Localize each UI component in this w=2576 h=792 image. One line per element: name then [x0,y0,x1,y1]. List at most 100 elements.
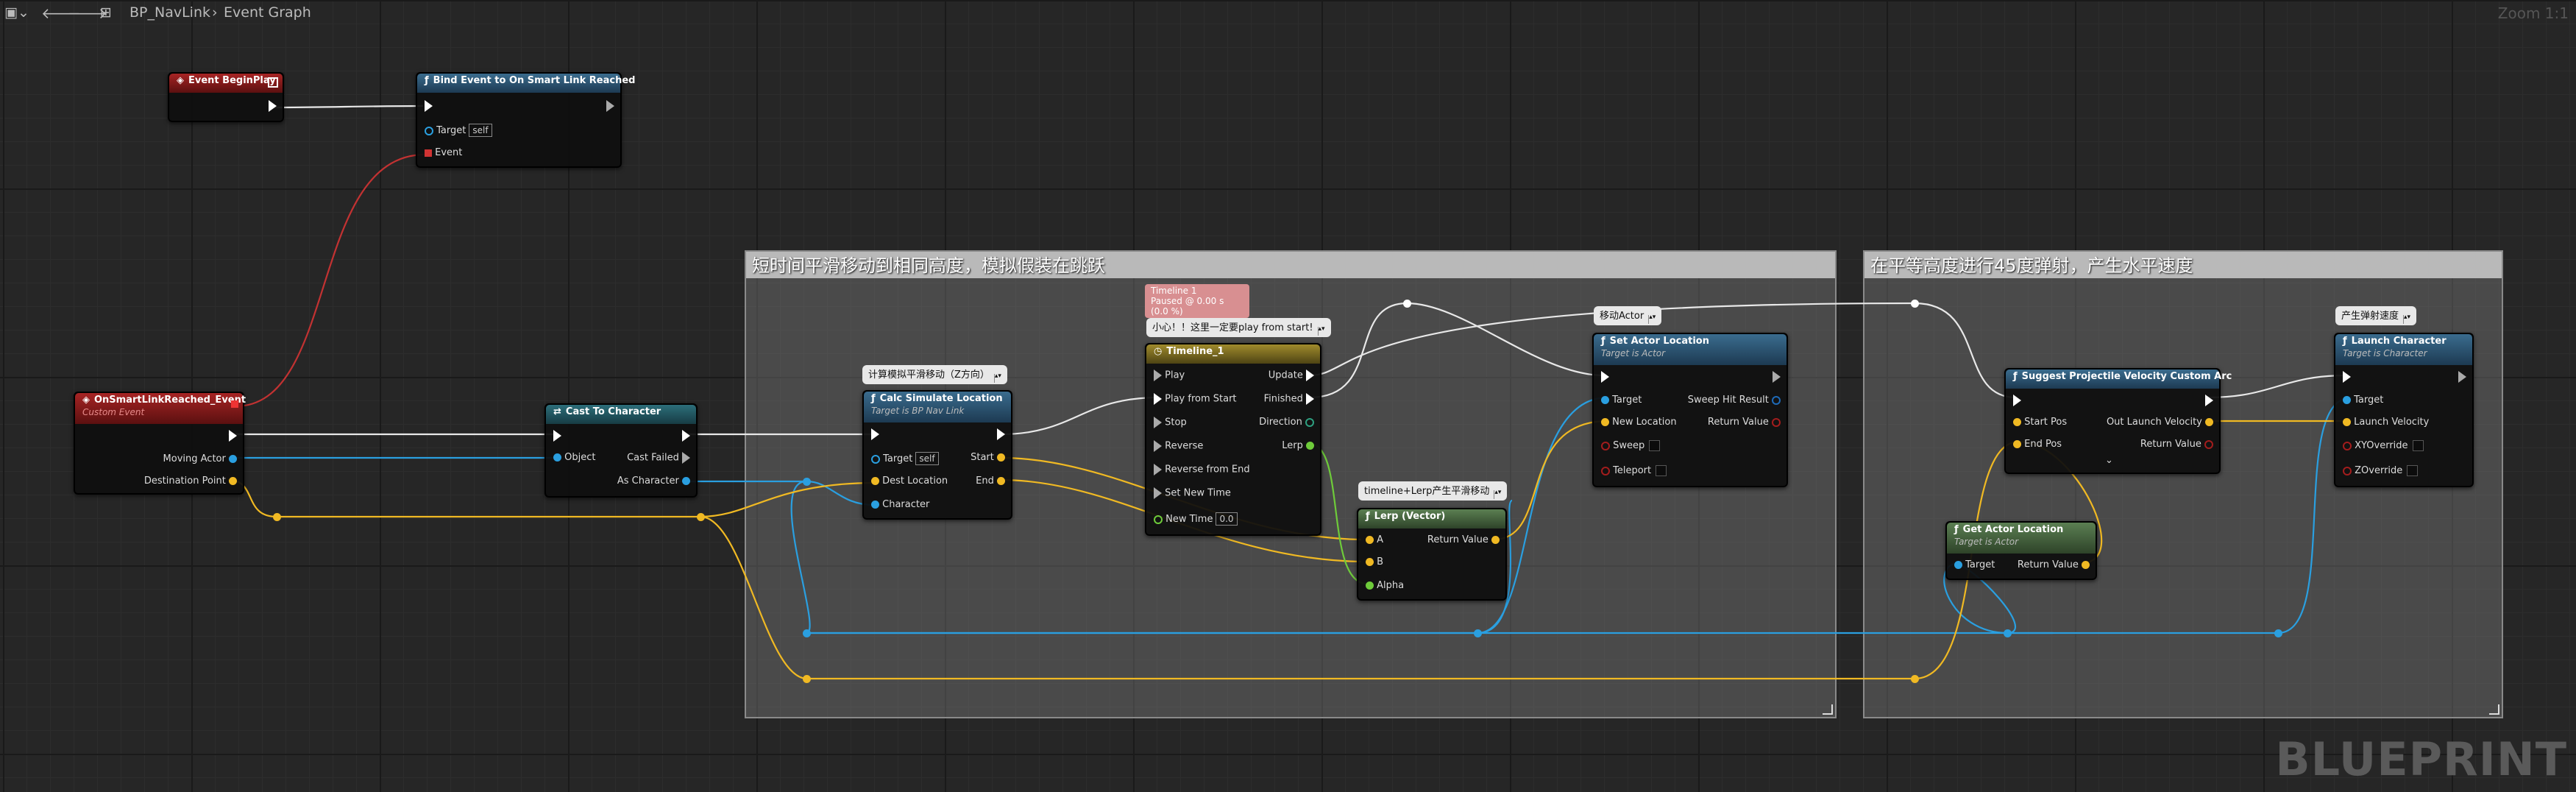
exec-in-pin[interactable] [1601,371,1609,383]
bool-pin-icon[interactable] [2343,441,2352,450]
target-default-value[interactable]: self [469,124,492,137]
expand-advanced-button[interactable]: ⌄ [2105,455,2113,467]
return-value-pin[interactable]: Return Value [2018,559,2090,571]
exec-out-icon[interactable] [229,430,237,442]
bubble-toggle-icon[interactable]: ▴▾ [993,373,1001,383]
exec-in-icon[interactable] [1154,393,1162,405]
lerp-pin[interactable]: Lerp [1282,440,1314,452]
vector-pin-icon[interactable] [997,453,1005,462]
delegate-pin-icon[interactable] [268,77,278,88]
return-value-pin[interactable]: Return Value [1427,534,1500,546]
reroute-knot[interactable] [1911,300,1919,308]
vector-pin-icon[interactable] [2205,418,2213,426]
float-pin-icon[interactable] [1154,515,1163,524]
character-pin[interactable]: Character [871,499,929,511]
exec-in-icon[interactable] [553,430,561,442]
exec-in-icon[interactable] [2343,371,2351,383]
b-pin[interactable]: B [1366,556,1383,568]
reroute-knot[interactable] [697,513,705,521]
node-comment-bubble[interactable]: timeline+Lerp产生平滑移动 ▴▾ [1358,481,1508,501]
object-pin-icon[interactable] [553,453,561,462]
reroute-knot[interactable] [2004,629,2012,637]
exec-out-pin[interactable] [2205,395,2213,407]
exec-out-pin[interactable] [606,100,614,113]
xy-override-pin[interactable]: XYOverride [2343,440,2424,452]
enum-pin-icon[interactable] [1305,417,1314,427]
vector-pin-icon[interactable] [997,477,1005,485]
object-pin[interactable]: Object [553,452,595,464]
reroute-knot[interactable] [803,478,811,486]
reroute-knot[interactable] [1474,629,1482,637]
end-pos-pin[interactable]: End Pos [2013,439,2062,450]
exec-out-icon[interactable] [997,428,1005,440]
node-launch-character[interactable]: ƒ Launch Character Target is Character Ta… [2334,333,2474,487]
bool-pin-icon[interactable] [1601,441,1610,450]
object-pin-icon[interactable] [2343,396,2351,404]
object-pin-icon[interactable] [682,477,690,485]
exec-out-icon[interactable] [269,100,277,112]
exec-out-pin[interactable] [229,430,237,442]
as-character-pin[interactable]: As Character [617,475,690,487]
exec-in-icon[interactable] [425,100,433,112]
reroute-knot[interactable] [2274,629,2282,637]
exec-out-icon[interactable] [682,430,690,442]
target-pin[interactable]: Target [1954,559,1995,571]
bubble-toggle-icon[interactable]: ▴▾ [2403,314,2410,324]
node-bind-event[interactable]: ƒ Bind Event to On Smart Link Reached Tar… [416,72,635,168]
node-suggest-projectile-velocity[interactable]: ƒ Suggest Projectile Velocity Custom Arc … [2004,368,2232,474]
node-comment-bubble[interactable]: 计算模拟平滑移动（Z方向） ▴▾ [862,365,1007,384]
exec-in-pin[interactable] [2343,371,2351,383]
reverse-from-end-pin[interactable]: Reverse from End [1154,464,1250,476]
graph-hierarchy-icon[interactable]: ⊞ [100,4,112,21]
reroute-knot[interactable] [273,513,281,521]
reverse-pin[interactable]: Reverse [1154,440,1203,453]
launch-velocity-pin[interactable]: Launch Velocity [2343,417,2429,428]
bool-pin-icon[interactable] [1601,466,1610,475]
exec-out-pin[interactable] [682,430,690,442]
exec-in-icon[interactable] [1601,371,1609,383]
vector-pin-icon[interactable] [2343,418,2351,426]
target-pin[interactable]: Target self [425,124,492,137]
exec-in-icon[interactable] [871,428,879,440]
sweep-hit-result-pin[interactable]: Sweep Hit Result [1688,395,1781,406]
node-comment-bubble[interactable]: 移动Actor ▴▾ [1594,306,1662,325]
cast-failed-pin[interactable]: Cast Failed [627,452,690,464]
exec-in-pin[interactable] [2013,395,2021,407]
vector-pin-icon[interactable] [871,477,879,485]
exec-out-icon[interactable] [1306,393,1314,405]
object-pin-icon[interactable] [425,126,433,135]
exec-in-icon[interactable] [1154,370,1162,381]
exec-in-icon[interactable] [1154,417,1162,428]
node-event-beginplay[interactable]: ◈ Event BeginPlay [168,72,284,122]
return-value-pin[interactable]: Return Value [2140,439,2213,450]
node-lerp-vector[interactable]: ƒ Lerp (Vector) A Return Value B Alpha [1357,508,1507,601]
new-time-value[interactable]: 0.0 [1216,512,1238,526]
node-comment-bubble[interactable]: 产生弹射速度 ▴▾ [2335,306,2417,325]
play-pin[interactable]: Play [1154,370,1185,382]
exec-out-icon[interactable] [1306,370,1314,381]
node-timeline[interactable]: ◷ Timeline_1 Play Play from Start Stop Re… [1145,343,1321,536]
vector-pin-icon[interactable] [1366,558,1374,566]
exec-in-pin[interactable] [425,100,433,113]
bool-pin-icon[interactable] [1772,417,1781,427]
exec-in-icon[interactable] [1154,440,1162,452]
end-pin[interactable]: End [976,475,1005,487]
delegate-pin-icon[interactable] [425,149,432,157]
bool-pin-icon[interactable] [2204,439,2213,449]
xy-override-checkbox[interactable] [2412,440,2424,451]
bubble-toggle-icon[interactable]: ▴▾ [1648,314,1656,324]
float-pin-icon[interactable] [1306,442,1314,450]
new-time-pin[interactable]: New Time 0.0 [1154,512,1238,526]
target-default-value[interactable]: self [915,452,939,465]
node-set-actor-location[interactable]: ƒ Set Actor Location Target is Actor Targ… [1592,333,1788,487]
reroute-knot[interactable] [1403,300,1411,308]
exec-out-icon[interactable] [2205,395,2213,406]
vector-pin-icon[interactable] [1601,418,1609,426]
breadcrumb-graph[interactable]: Event Graph [224,4,311,21]
exec-out-icon[interactable] [1773,371,1781,383]
teleport-pin[interactable]: Teleport [1601,465,1667,477]
start-pos-pin[interactable]: Start Pos [2013,417,2067,428]
dest-location-pin[interactable]: Dest Location [871,475,948,487]
exec-out-icon[interactable] [606,100,614,112]
bool-pin-icon[interactable] [2343,466,2352,475]
